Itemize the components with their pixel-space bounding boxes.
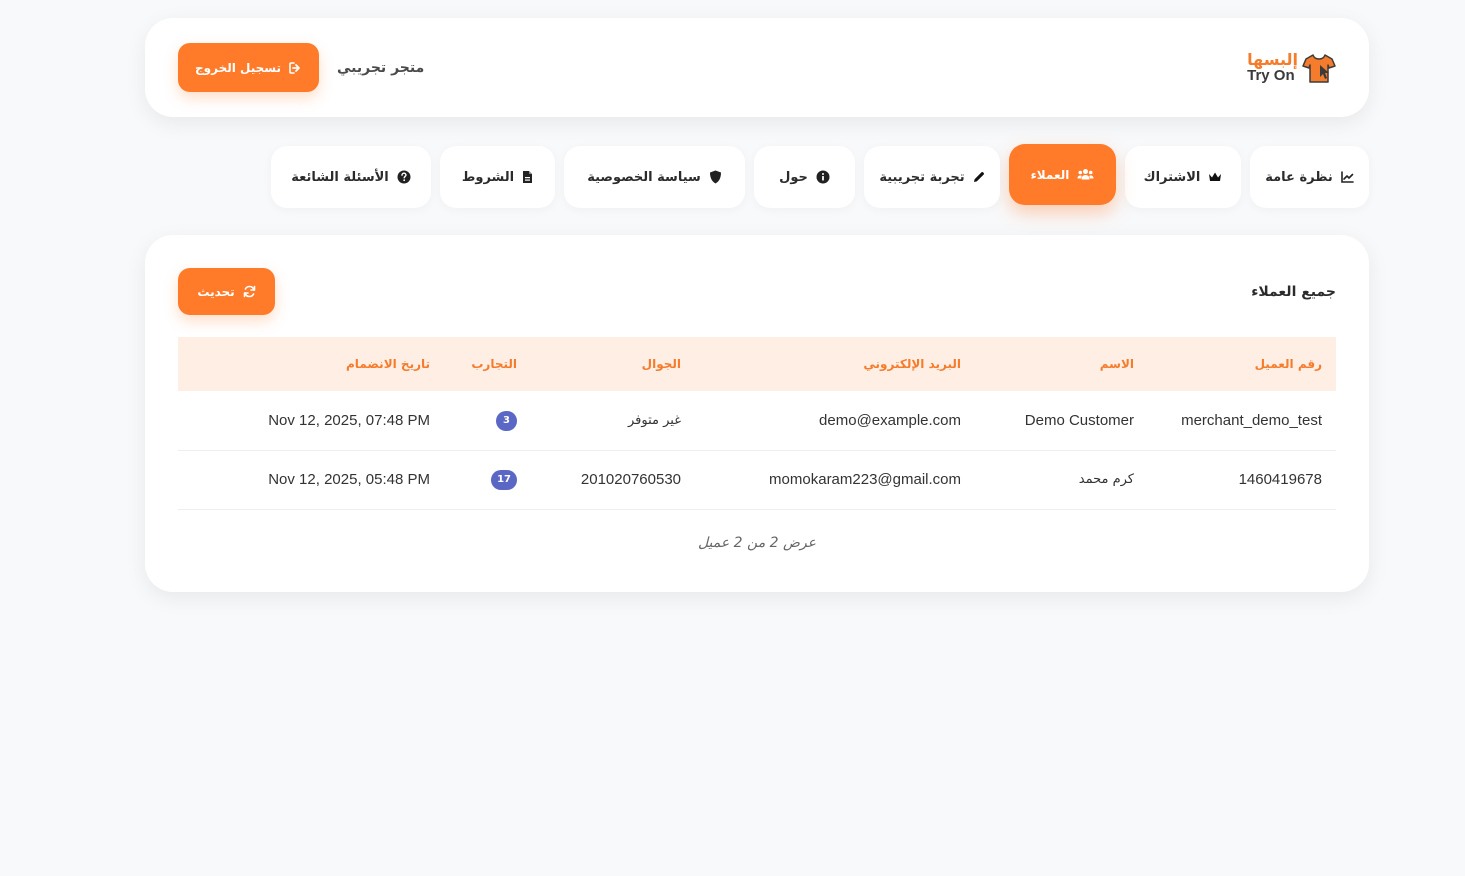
logo[interactable]: إلبسها Try On: [1247, 52, 1336, 84]
tab-trial[interactable]: تجربة تجريبية: [864, 146, 1000, 208]
refresh-icon: [243, 285, 255, 298]
tab-subscription-label: الاشتراك: [1143, 169, 1201, 185]
tab-overview[interactable]: نظرة عامة: [1250, 146, 1369, 208]
tshirt-icon: [1302, 53, 1336, 83]
top-header: إلبسها Try On متجر تجريبي تسجيل الخروج: [145, 18, 1369, 117]
cell-email: momokaram223@gmail.com: [695, 450, 975, 510]
column-header-joined[interactable]: تاريخ الانضمام: [178, 337, 444, 391]
refresh-label: تحديث: [197, 284, 235, 299]
column-header-id[interactable]: رقم العميل: [1148, 337, 1336, 391]
card-header: جميع العملاء تحديث: [178, 268, 1336, 315]
table-header-row: رقم العميل الاسم البريد الإلكتروني الجوا…: [178, 337, 1336, 391]
column-header-name[interactable]: الاسم: [975, 337, 1148, 391]
customers-card: جميع العملاء تحديث رقم العميل الاسم البر…: [145, 235, 1369, 592]
table-row[interactable]: merchant_demo_test Demo Customer demo@ex…: [178, 391, 1336, 451]
logout-button[interactable]: تسجيل الخروج: [178, 43, 319, 92]
logout-label: تسجيل الخروج: [195, 60, 281, 75]
tab-customers[interactable]: العملاء: [1009, 144, 1116, 205]
info-icon: [816, 170, 830, 184]
pencil-icon: [973, 172, 984, 182]
column-header-email[interactable]: البريد الإلكتروني: [695, 337, 975, 391]
tab-trial-label: تجربة تجريبية: [879, 169, 965, 185]
cell-name: Demo Customer: [975, 391, 1148, 451]
cell-trials: 17: [444, 450, 531, 510]
users-icon: [1077, 169, 1094, 180]
nav-tabs: نظرة عامة الاشتراك العملاء تجربة تجريبية…: [271, 144, 1369, 208]
pagination-summary: عرض 2 من 2 عميل: [697, 534, 817, 551]
tab-faq-label: الأسئلة الشائعة: [291, 169, 389, 185]
header-actions: متجر تجريبي تسجيل الخروج: [178, 43, 424, 92]
tab-terms-label: الشروط: [461, 169, 515, 185]
tab-about-label: حول: [779, 169, 808, 185]
cell-joined: Nov 12, 2025, 07:48 PM: [178, 391, 444, 451]
shield-icon: [709, 170, 721, 184]
document-icon: [523, 171, 533, 183]
store-name: متجر تجريبي: [337, 59, 425, 76]
cell-id: merchant_demo_test: [1148, 391, 1336, 451]
cell-phone: 201020760530: [531, 450, 695, 510]
tab-privacy[interactable]: سياسة الخصوصية: [564, 146, 745, 208]
cell-joined: Nov 12, 2025, 05:48 PM: [178, 450, 444, 510]
logo-english: Try On: [1247, 67, 1295, 84]
cell-name: كرم محمد: [975, 450, 1148, 510]
card-title: جميع العملاء: [1251, 283, 1336, 300]
tab-subscription[interactable]: الاشتراك: [1125, 146, 1241, 208]
logo-text: إلبسها Try On: [1247, 50, 1298, 84]
tab-terms[interactable]: الشروط: [440, 146, 555, 208]
question-icon: [397, 170, 411, 184]
column-header-trials[interactable]: التجارب: [444, 337, 531, 391]
trials-badge: 17: [491, 469, 517, 490]
logout-icon: [289, 61, 300, 74]
table-row[interactable]: 1460419678 كرم محمد momokaram223@gmail.c…: [178, 450, 1336, 510]
trials-badge: 3: [496, 410, 517, 431]
page: إلبسها Try On متجر تجريبي تسجيل الخروج ن…: [0, 0, 1465, 876]
cell-trials: 3: [444, 391, 531, 451]
tab-about[interactable]: حول: [754, 146, 855, 208]
cell-phone: غير متوفر: [531, 391, 695, 451]
customers-table: رقم العميل الاسم البريد الإلكتروني الجوا…: [178, 337, 1336, 510]
tab-faq[interactable]: الأسئلة الشائعة: [271, 146, 431, 208]
tab-customers-label: العملاء: [1030, 167, 1070, 182]
column-header-phone[interactable]: الجوال: [531, 337, 695, 391]
logo-arabic: إلبسها: [1247, 50, 1298, 69]
cell-id: 1460419678: [1148, 450, 1336, 510]
chart-line-icon: [1340, 171, 1354, 183]
cell-email: demo@example.com: [695, 391, 975, 451]
tab-privacy-label: سياسة الخصوصية: [587, 169, 701, 185]
tab-overview-label: نظرة عامة: [1265, 169, 1333, 185]
refresh-button[interactable]: تحديث: [178, 268, 275, 315]
crown-icon: [1209, 172, 1222, 181]
